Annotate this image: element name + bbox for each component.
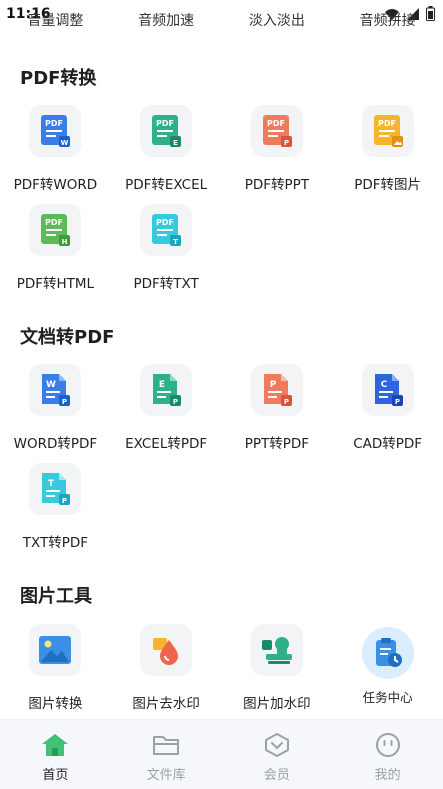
tool-label: PDF转EXCEL — [125, 177, 208, 193]
task-center-button[interactable]: 任务中心 — [332, 627, 443, 706]
ppt-to-pdf-icon: PP — [250, 364, 303, 416]
nav-membership[interactable]: 会员 — [222, 720, 333, 789]
nav-file-library[interactable]: 文件库 — [111, 720, 222, 789]
tool-image-convert[interactable]: 图片转换 — [0, 624, 111, 712]
tool-audio-speed[interactable]: 音频加速 — [111, 10, 222, 30]
tool-label: PDF转WORD — [13, 177, 98, 193]
tool-label: 图片加水印 — [243, 696, 311, 712]
excel-to-pdf-icon: EP — [140, 364, 193, 416]
tool-pdf-to-excel[interactable]: PDF E PDF转EXCEL — [111, 105, 222, 193]
nav-profile[interactable]: 我的 — [332, 720, 443, 789]
svg-text:PDF: PDF — [156, 218, 174, 227]
svg-text:P: P — [62, 398, 67, 406]
tool-volume-adjust[interactable]: 音量调整 — [0, 10, 111, 30]
svg-text:P: P — [284, 398, 289, 406]
svg-text:W: W — [46, 380, 56, 390]
pdf-to-word-icon: PDF W — [29, 105, 82, 157]
tool-image-remove-watermark[interactable]: 图片去水印 — [111, 624, 222, 712]
task-center-icon — [361, 627, 414, 679]
svg-text:PDF: PDF — [45, 119, 63, 128]
image-convert-icon — [29, 624, 82, 676]
nav-label: 首页 — [42, 768, 69, 783]
profile-face-icon — [332, 732, 443, 758]
pdf-to-html-icon: PDF H — [29, 204, 82, 256]
cad-to-pdf-icon: CP — [361, 364, 414, 416]
tool-pdf-to-word[interactable]: PDF W PDF转WORD — [0, 105, 111, 193]
tool-label: WORD转PDF — [13, 436, 98, 452]
tool-ppt-to-pdf[interactable]: PP PPT转PDF — [222, 364, 333, 452]
tool-pdf-to-image[interactable]: PDF PDF转图片 — [332, 105, 443, 193]
tool-label: PPT转PDF — [244, 436, 310, 452]
tool-label: PDF转图片 — [354, 177, 422, 193]
svg-text:P: P — [173, 398, 178, 406]
add-watermark-icon — [250, 624, 303, 676]
svg-text:P: P — [62, 497, 67, 505]
svg-text:W: W — [61, 139, 69, 147]
nav-home[interactable]: 首页 — [0, 720, 111, 789]
bottom-nav: 首页 文件库 会员 我的 — [0, 719, 443, 789]
tool-label: 图片转换 — [28, 696, 83, 712]
nav-label: 我的 — [374, 768, 401, 783]
tool-txt-to-pdf[interactable]: TP TXT转PDF — [0, 463, 111, 551]
tool-label: PDF转PPT — [244, 177, 310, 193]
pdf-to-txt-icon: PDF T — [140, 204, 193, 256]
folder-icon — [111, 732, 222, 758]
tool-label: 图片去水印 — [132, 696, 200, 712]
tool-fade-in-out[interactable]: 淡入淡出 — [222, 10, 333, 30]
svg-text:T: T — [173, 238, 178, 246]
tool-label: CAD转PDF — [353, 436, 423, 452]
tool-cad-to-pdf[interactable]: CP CAD转PDF — [332, 364, 443, 452]
nav-label: 文件库 — [146, 768, 186, 783]
svg-text:P: P — [395, 398, 400, 406]
tool-audio-merge[interactable]: 音频拼接 — [332, 10, 443, 30]
remove-watermark-icon — [140, 624, 193, 676]
tool-label: PDF转HTML — [16, 276, 95, 292]
home-icon — [0, 732, 111, 758]
svg-text:E: E — [173, 139, 178, 147]
svg-text:E: E — [159, 380, 165, 390]
tool-word-to-pdf[interactable]: WP WORD转PDF — [0, 364, 111, 452]
section-title-doc-to-pdf: 文档转PDF — [20, 327, 115, 348]
tool-label: PDF转TXT — [133, 276, 199, 292]
tool-image-add-watermark[interactable]: 图片加水印 — [222, 624, 333, 712]
svg-text:PDF: PDF — [267, 119, 285, 128]
tool-label: EXCEL转PDF — [125, 436, 208, 452]
section-title-pdf-convert: PDF转换 — [20, 68, 97, 89]
svg-text:PDF: PDF — [156, 119, 174, 128]
svg-text:C: C — [380, 380, 387, 390]
section-title-image-tools: 图片工具 — [20, 586, 92, 607]
svg-text:P: P — [284, 139, 289, 147]
tool-pdf-to-ppt[interactable]: PDF P PDF转PPT — [222, 105, 333, 193]
svg-text:T: T — [48, 479, 55, 489]
word-to-pdf-icon: WP — [29, 364, 82, 416]
vip-diamond-icon — [222, 732, 333, 758]
tool-pdf-to-txt[interactable]: PDF T PDF转TXT — [111, 204, 222, 292]
svg-text:PDF: PDF — [45, 218, 63, 227]
task-center-label: 任务中心 — [362, 690, 413, 705]
pdf-to-ppt-icon: PDF P — [250, 105, 303, 157]
tool-excel-to-pdf[interactable]: EP EXCEL转PDF — [111, 364, 222, 452]
audio-tools-row: 音量调整 音频加速 淡入淡出 音频拼接 — [0, 10, 443, 30]
svg-text:P: P — [270, 380, 277, 390]
pdf-to-image-icon: PDF — [361, 105, 414, 157]
tool-pdf-to-html[interactable]: PDF H PDF转HTML — [0, 204, 111, 292]
nav-label: 会员 — [263, 768, 290, 783]
pdf-to-excel-icon: PDF E — [140, 105, 193, 157]
txt-to-pdf-icon: TP — [29, 463, 82, 515]
tool-label: TXT转PDF — [22, 535, 89, 551]
svg-text:H: H — [62, 238, 68, 246]
svg-text:PDF: PDF — [378, 119, 396, 128]
